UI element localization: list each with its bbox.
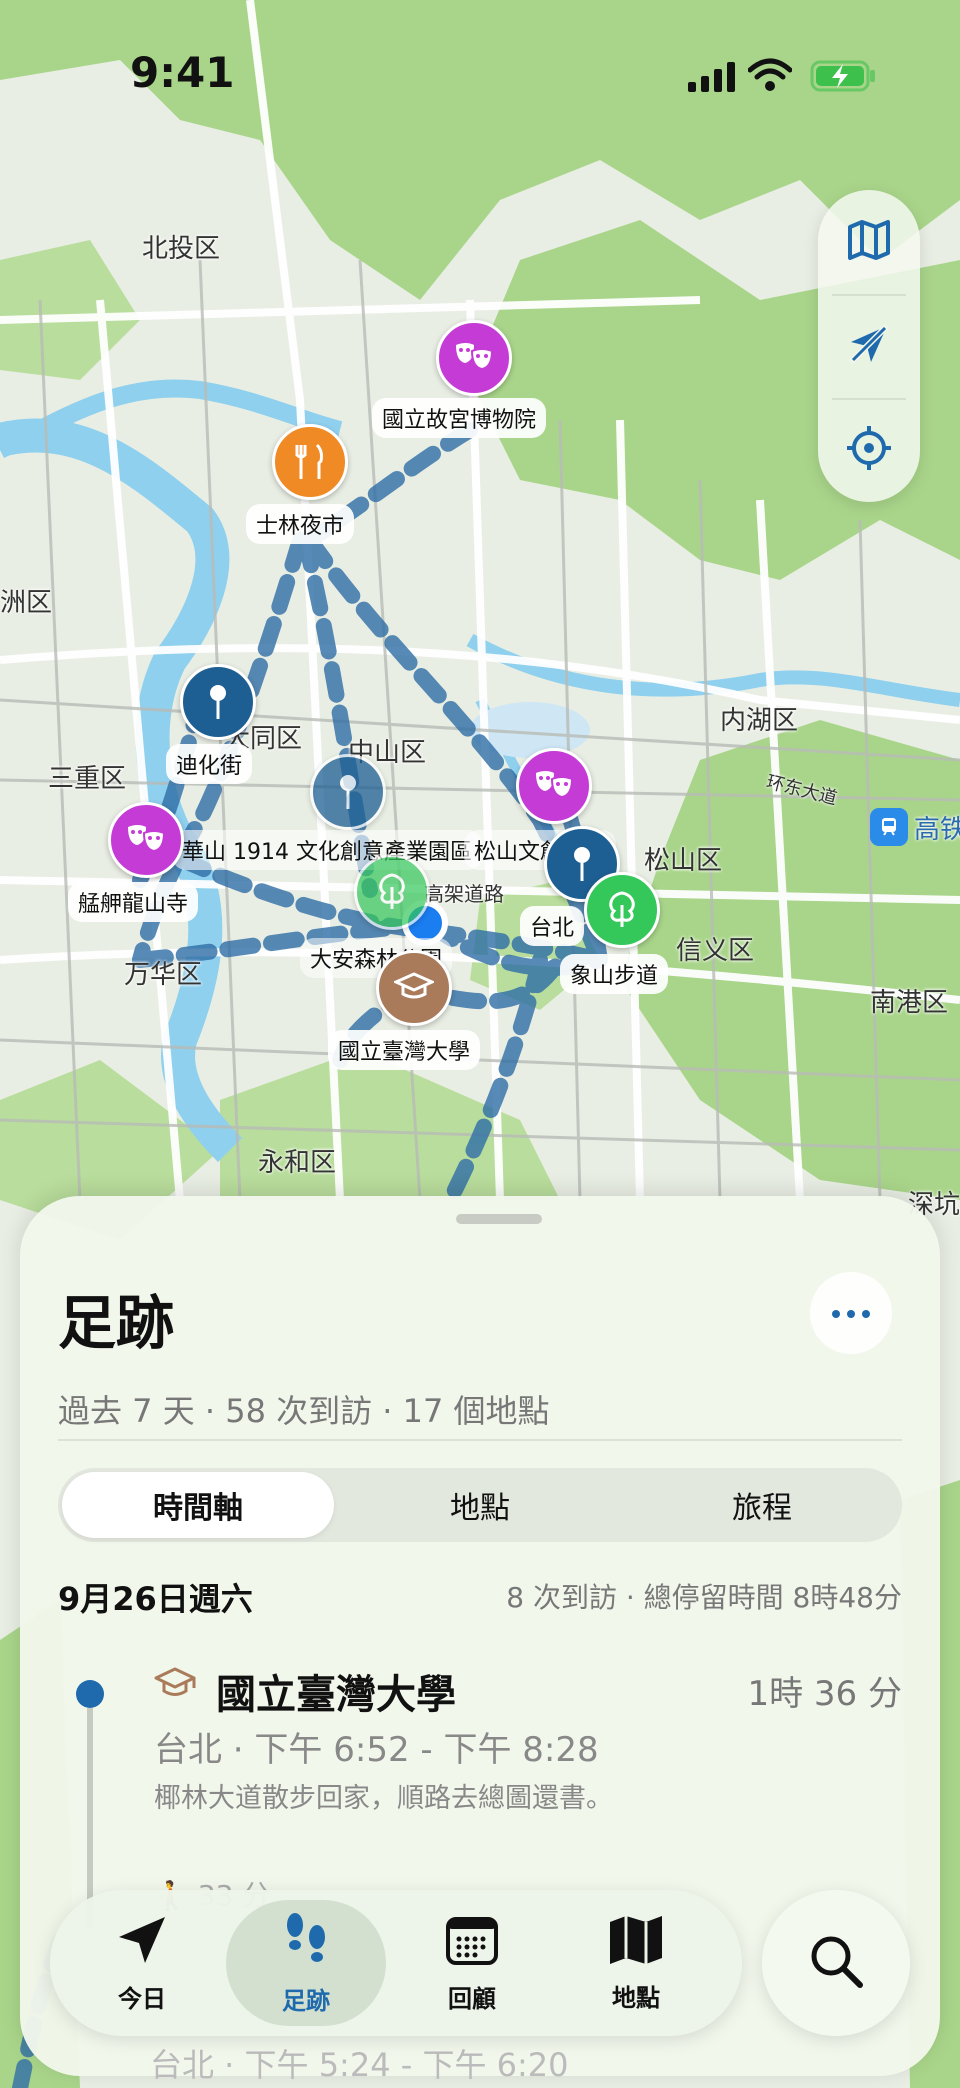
visit-time-range: 台北 · 下午 6:52 - 下午 8:28 — [154, 1730, 599, 1770]
theater-icon[interactable] — [108, 802, 184, 878]
pin-icon[interactable] — [310, 754, 386, 830]
theater-icon[interactable] — [436, 320, 512, 396]
district-label: 万华区 — [124, 960, 203, 990]
theater-icon[interactable] — [516, 748, 592, 824]
crosshair-icon — [845, 424, 893, 476]
pin-icon[interactable] — [180, 664, 256, 740]
tracking-button[interactable] — [818, 294, 920, 398]
sheet-grabber[interactable] — [456, 1214, 542, 1224]
tab-today[interactable]: 今日 — [62, 1900, 222, 2026]
district-label: 三重区 — [48, 764, 127, 794]
status-time: 9:41 — [130, 48, 235, 97]
summary-text: 過去 7 天 · 58 次到訪 · 17 個地點 — [58, 1392, 550, 1430]
district-label: 信义区 — [676, 936, 755, 966]
segment-places[interactable]: 地點 — [344, 1472, 616, 1538]
map-controls — [818, 190, 920, 502]
timeline-dot — [76, 1680, 104, 1708]
tab-label: 地點 — [612, 1983, 660, 2012]
district-label: 内湖区 — [720, 706, 799, 736]
train-icon — [870, 808, 908, 846]
tab-places[interactable]: 地點 — [556, 1900, 716, 2026]
poi-label-taipei[interactable]: 台北 — [520, 906, 585, 946]
tab-footprints[interactable]: 足跡 — [226, 1900, 386, 2026]
divider — [58, 1439, 902, 1441]
calendar-icon — [445, 1913, 499, 1971]
tab-review[interactable]: 回顧 — [392, 1900, 552, 2026]
poi-label-longshan[interactable]: 艋舺龍山寺 — [68, 882, 199, 922]
poi-label-dihua[interactable]: 迪化街 — [166, 744, 253, 784]
visit-place-name: 國立臺灣大學 — [216, 1672, 456, 1718]
location-arrow-icon — [115, 1913, 169, 1971]
day-stats: 8 次到訪 · 總停留時間 8時48分 — [506, 1581, 902, 1614]
cellular-signal-icon — [688, 62, 736, 96]
graduation-cap-icon[interactable] — [376, 950, 452, 1026]
segment-trips[interactable]: 旅程 — [626, 1472, 898, 1538]
next-visit-time-range: 台北 · 下午 5:24 - 下午 6:20 — [150, 2046, 569, 2084]
hsr-station[interactable]: 高铁 — [870, 808, 960, 846]
footprints-icon — [279, 1911, 333, 1973]
poi-label-ntu[interactable]: 國立臺灣大學 — [328, 1030, 481, 1070]
tree-icon[interactable] — [584, 872, 660, 948]
search-icon — [807, 1932, 865, 1994]
poi-label-elephant-mountain[interactable]: 象山步道 — [560, 954, 669, 994]
tab-label: 今日 — [118, 1984, 166, 2013]
visit-note: 椰林大道散步回家，順路去總圖還書。 — [154, 1783, 613, 1814]
district-label: 松山区 — [644, 846, 723, 876]
sheet-title: 足跡 — [58, 1289, 175, 1357]
battery-charging-icon — [810, 60, 876, 96]
wifi-icon — [747, 58, 793, 96]
recenter-button[interactable] — [818, 398, 920, 502]
ellipsis-icon — [831, 1304, 871, 1323]
location-slash-icon — [847, 322, 891, 370]
more-button[interactable] — [810, 1272, 892, 1354]
segmented-control: 時間軸 地點 旅程 — [58, 1468, 902, 1542]
poi-label-palace-museum[interactable]: 國立故宮博物院 — [372, 398, 547, 438]
poi-label-huashan[interactable]: 華山 1914 文化創意產業園區 — [172, 830, 482, 870]
map-mode-button[interactable] — [818, 190, 920, 294]
map-icon — [608, 1914, 664, 1970]
district-label: 北投区 — [142, 234, 221, 264]
fork-knife-icon[interactable] — [272, 424, 348, 500]
tree-icon[interactable] — [354, 854, 430, 930]
district-label: 高架道路 — [424, 882, 504, 906]
district-label: 永和区 — [258, 1148, 337, 1178]
search-button[interactable] — [762, 1890, 910, 2036]
graduation-cap-icon — [154, 1666, 196, 1706]
tab-label: 足跡 — [282, 1986, 330, 2015]
segment-timeline[interactable]: 時間軸 — [62, 1472, 334, 1538]
timeline-line — [87, 1708, 93, 1928]
district-label: 高铁 — [914, 814, 960, 845]
poi-label-shilin-market[interactable]: 士林夜市 — [246, 504, 355, 544]
day-date: 9月26日週六 — [58, 1580, 253, 1618]
tab-label: 回顧 — [448, 1984, 496, 2013]
district-label: 南港区 — [870, 988, 949, 1018]
visit-duration: 1時 36 分 — [747, 1674, 902, 1714]
map-icon — [847, 219, 891, 265]
district-label: 洲区 — [0, 588, 53, 618]
tab-bar: 今日 足跡 回顧 地點 — [50, 1890, 742, 2036]
status-bar: 9:41 — [0, 0, 960, 150]
